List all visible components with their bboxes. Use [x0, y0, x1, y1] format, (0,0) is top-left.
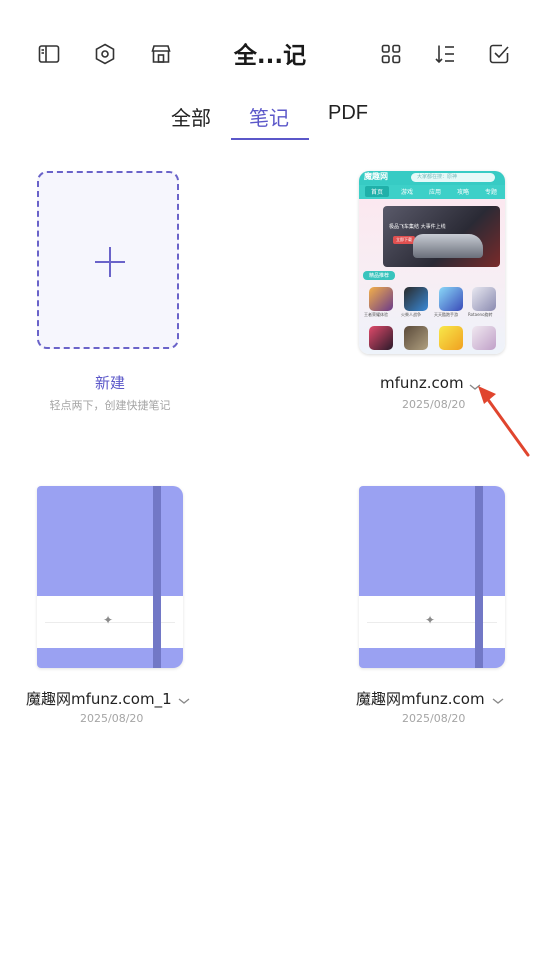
new-note-label: 新建 — [94, 374, 125, 392]
app-icon — [369, 326, 393, 350]
thumb-nav-item: 攻略 — [457, 189, 470, 196]
note-date: 2025/08/20 — [80, 712, 144, 725]
thumb-search: 大家都在搜：原神 — [411, 173, 495, 182]
thumb-header: 魔趣网 大家都在搜：原神 — [359, 171, 505, 185]
app-icon — [472, 326, 496, 350]
app-icon — [472, 287, 496, 311]
note-date: 2025/08/20 — [402, 712, 466, 725]
notebook-strap — [153, 486, 161, 668]
thumb-nav-item: 专题 — [485, 189, 498, 196]
notebook-strap — [475, 486, 483, 668]
thumb-nav-item: 首页 — [365, 186, 390, 197]
check-icon[interactable] — [483, 38, 515, 70]
note-thumbnail-mfunz[interactable]: 魔趣网 大家都在搜：原神 首页 游戏 应用 攻略 专题 极品飞车集结 大事件上线… — [359, 171, 505, 354]
tab-notes[interactable]: 笔记 — [249, 102, 289, 131]
chevron-down-icon[interactable] — [491, 691, 505, 704]
note-title[interactable]: mfunz.com — [380, 374, 464, 392]
tab-pdf[interactable]: PDF — [328, 102, 368, 125]
thumb-section-label: 精品推荐 — [363, 271, 396, 280]
plus-icon — [95, 247, 125, 277]
app-label: 王者荣耀体验 — [364, 312, 388, 317]
store-icon[interactable] — [145, 38, 177, 70]
notebook-cover[interactable]: ✦ — [37, 486, 183, 668]
new-note-button[interactable] — [37, 171, 179, 349]
app-icon — [439, 287, 463, 311]
thumb-logo: 魔趣网 — [364, 172, 388, 181]
sort-icon[interactable] — [429, 38, 461, 70]
notebook-cover[interactable]: ✦ — [359, 486, 505, 668]
thumb-nav-item: 游戏 — [401, 189, 414, 196]
thumb-nav: 首页 游戏 应用 攻略 专题 — [359, 185, 505, 199]
app-icon — [404, 326, 428, 350]
note-title[interactable]: 魔趣网mfunz.com — [356, 688, 485, 709]
note-title[interactable]: 魔趣网mfunz.com_1 — [26, 688, 172, 709]
sparkle-icon: ✦ — [425, 613, 436, 627]
page-title[interactable]: 全...记 — [200, 36, 340, 70]
note-date: 2025/08/20 — [402, 398, 466, 411]
grid-icon[interactable] — [375, 38, 407, 70]
app-icon — [369, 287, 393, 311]
sidebar-icon[interactable] — [33, 38, 65, 70]
thumb-nav-item: 应用 — [429, 189, 442, 196]
new-note-hint: 轻点两下，创建快捷笔记 — [49, 399, 171, 412]
app-icon — [404, 287, 428, 311]
app-icon — [439, 326, 463, 350]
tab-bar: 全部 笔记 PDF — [0, 102, 540, 142]
annotation-arrow-icon — [478, 386, 530, 457]
app-label: 火柴人战争 — [401, 312, 421, 317]
top-bar: 全...记 — [0, 0, 540, 108]
sparkle-icon: ✦ — [103, 613, 114, 627]
app-label: 天天酷跑手游 — [434, 312, 458, 317]
app-label: Rotaeno旋转 — [468, 312, 493, 317]
thumb-banner-text: 极品飞车集结 大事件上线 — [389, 224, 446, 230]
chevron-down-icon[interactable] — [177, 691, 191, 704]
tab-active-indicator — [231, 138, 309, 140]
car-image — [413, 234, 483, 258]
thumb-banner-button: 立即下载 — [393, 236, 415, 244]
thumb-banner: 极品飞车集结 大事件上线 立即下载 — [383, 206, 500, 267]
tab-all[interactable]: 全部 — [171, 102, 211, 131]
settings-icon[interactable] — [89, 38, 121, 70]
